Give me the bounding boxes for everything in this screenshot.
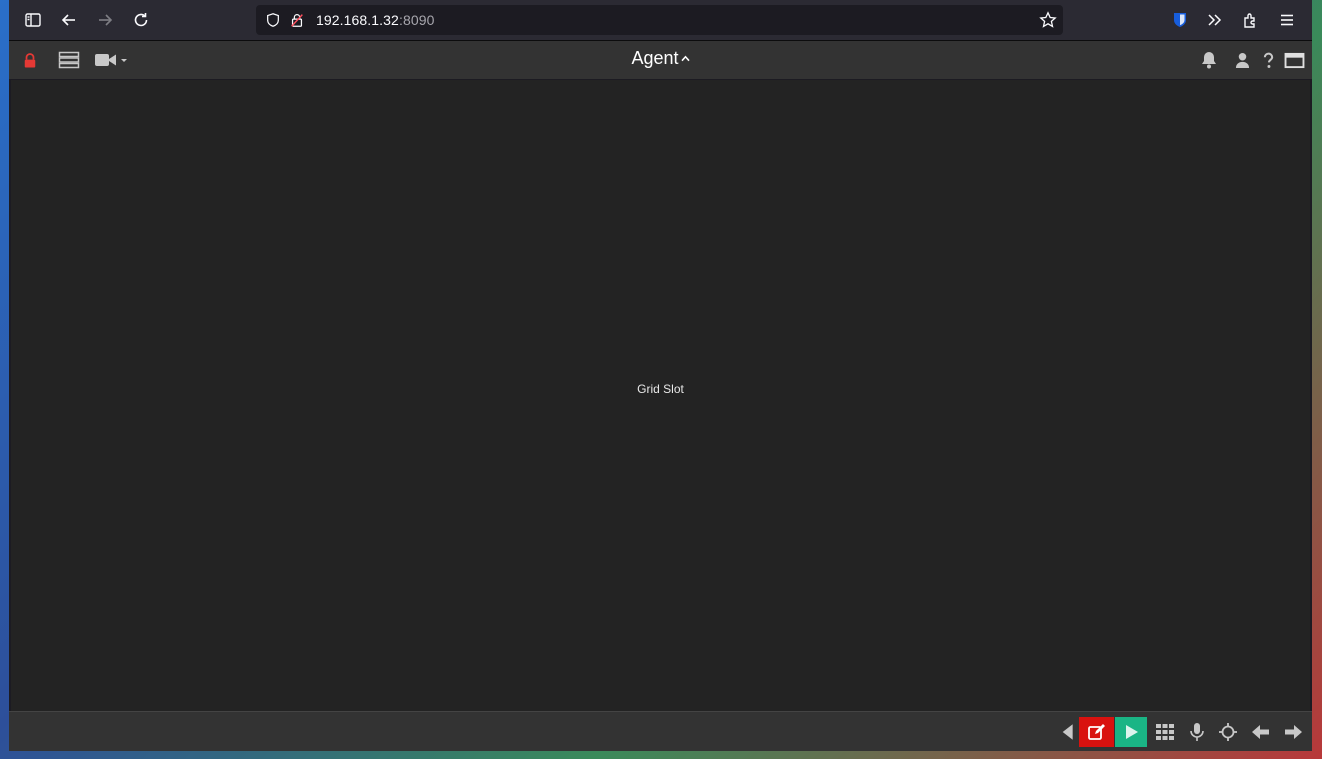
- sidebar-icon[interactable]: [19, 6, 47, 34]
- microphone-icon[interactable]: [1181, 717, 1213, 747]
- edit-button[interactable]: [1079, 717, 1114, 747]
- agent-title-text: Agent: [631, 48, 679, 68]
- extensions-icon[interactable]: [1237, 6, 1265, 34]
- arrow-left-icon[interactable]: [1245, 717, 1277, 747]
- url-text[interactable]: 192.168.1.32:8090: [316, 12, 435, 28]
- volume-icon[interactable]: [1055, 717, 1077, 747]
- arrow-right-icon[interactable]: [1277, 717, 1309, 747]
- insecure-lock-icon[interactable]: [288, 11, 306, 29]
- browser-toolbar: 192.168.1.32:8090: [9, 0, 1312, 41]
- shield-icon[interactable]: [264, 11, 282, 29]
- reload-icon[interactable]: [127, 6, 155, 34]
- edit-icon: [1087, 724, 1105, 740]
- url-port: :8090: [398, 12, 435, 28]
- window-icon[interactable]: [1283, 50, 1305, 70]
- bell-icon[interactable]: [1200, 50, 1218, 70]
- grid-layout-icon[interactable]: [1149, 717, 1181, 747]
- url-host: 192.168.1.32: [316, 12, 399, 28]
- menu-icon[interactable]: [1273, 6, 1301, 34]
- play-button[interactable]: [1115, 717, 1147, 747]
- url-bar[interactable]: 192.168.1.32:8090: [256, 5, 1063, 35]
- bitwarden-icon[interactable]: [1166, 6, 1194, 34]
- back-icon[interactable]: [55, 6, 83, 34]
- app-header: Agent: [9, 41, 1312, 79]
- forward-icon[interactable]: [91, 6, 119, 34]
- chevron-up-icon: [680, 53, 690, 65]
- overflow-icon[interactable]: [1201, 6, 1229, 34]
- bottom-toolbar: [9, 711, 1312, 751]
- play-icon: [1126, 725, 1138, 739]
- grid-slot-label: Grid Slot: [637, 382, 684, 396]
- user-icon[interactable]: [1234, 50, 1250, 70]
- bookmark-star-icon[interactable]: [1039, 11, 1057, 29]
- browser-window: 192.168.1.32:8090 Agent Grid Slot: [9, 0, 1312, 751]
- help-icon[interactable]: [1260, 50, 1276, 70]
- grid-slot[interactable]: Grid Slot: [11, 80, 1310, 711]
- ptz-icon[interactable]: [1212, 717, 1244, 747]
- agent-title[interactable]: Agent: [9, 48, 1312, 69]
